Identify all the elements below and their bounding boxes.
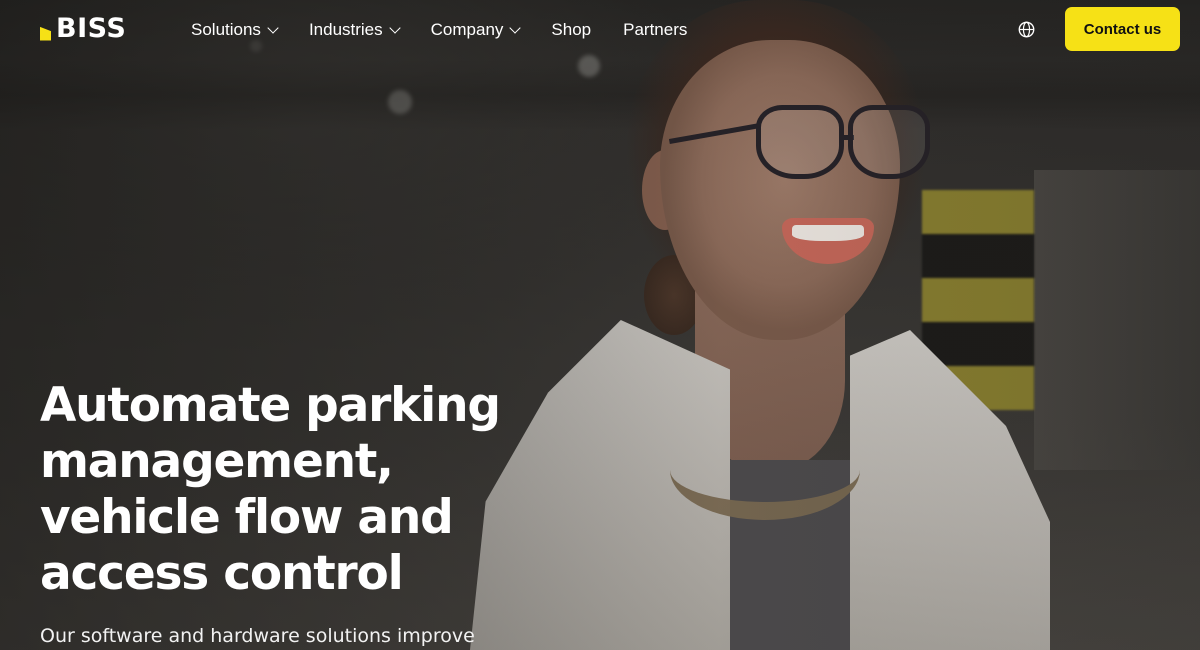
hero-subtitle: Our software and hardware solutions impr… bbox=[40, 625, 475, 647]
nav-label: Partners bbox=[623, 20, 688, 39]
hero-title-line: Automate parking bbox=[40, 378, 501, 433]
nav-industries[interactable]: Industries bbox=[308, 18, 401, 42]
hero-title-line: vehicle flow and bbox=[40, 490, 454, 545]
contact-us-button[interactable]: Contact us bbox=[1065, 7, 1180, 51]
nav-label: Shop bbox=[551, 20, 592, 39]
chevron-down-icon bbox=[509, 22, 522, 34]
globe-icon[interactable] bbox=[1018, 21, 1035, 38]
nav-solutions[interactable]: Solutions bbox=[191, 18, 279, 42]
nav-label: Solutions bbox=[191, 20, 261, 39]
logo-mark-icon bbox=[40, 26, 51, 41]
hero-title-line: access control bbox=[40, 546, 404, 601]
nav-label: Industries bbox=[308, 20, 383, 39]
nav-label: Company bbox=[430, 20, 504, 39]
nav-shop[interactable]: Shop bbox=[551, 18, 591, 42]
hero-title: Automate parking management, vehicle flo… bbox=[40, 378, 560, 602]
hero-title-line: management, bbox=[40, 434, 394, 489]
biss-logo[interactable]: BISS bbox=[40, 14, 126, 44]
logo-text: BISS bbox=[56, 13, 127, 44]
chevron-down-icon bbox=[267, 22, 279, 34]
main-nav: Solutions Industries Company Shop Partne… bbox=[191, 18, 719, 42]
nav-partners[interactable]: Partners bbox=[623, 18, 687, 42]
chevron-down-icon bbox=[388, 22, 401, 34]
nav-company[interactable]: Company bbox=[430, 18, 522, 42]
site-header: BISS Solutions Industries Company Shop P… bbox=[0, 0, 1200, 60]
